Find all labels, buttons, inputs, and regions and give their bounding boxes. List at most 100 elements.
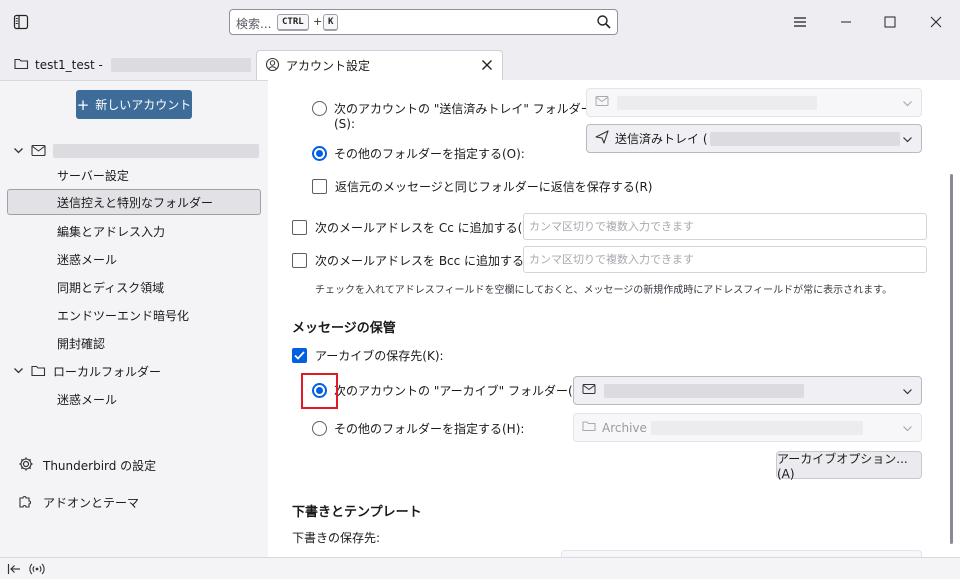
addons-themes-link[interactable]: アドオンとテーマ	[18, 491, 139, 513]
thunderbird-settings-link[interactable]: Thunderbird の設定	[18, 454, 156, 476]
mail-account-icon	[595, 95, 609, 110]
sent-folder-select[interactable]: 送信済みトレイ (	[586, 124, 922, 153]
shortcut-k-key: K	[323, 14, 339, 31]
checkbox[interactable]	[292, 219, 307, 235]
mail-account-icon	[582, 383, 596, 398]
maximize-icon[interactable]	[876, 9, 904, 35]
radio-button[interactable]	[312, 420, 327, 436]
sent-account-folder-label: 次のアカウントの "送信済みトレイ" フォルダー	[334, 101, 593, 116]
folder-icon	[582, 420, 596, 435]
checkbox[interactable]	[292, 252, 307, 268]
shortcut-plus: +	[313, 15, 323, 28]
sent-other-folder-label: その他のフォルダーを指定する(O):	[334, 146, 525, 161]
shortcut-ctrl-key: CTRL	[277, 14, 309, 31]
add-cc-label: 次のメールアドレスを Cc に追加する(C):	[315, 220, 540, 235]
archive-account-folder-radio[interactable]: 次のアカウントの "アーカイブ" フォルダー(N):	[312, 382, 590, 398]
redacted-account-name	[110, 58, 251, 72]
archive-other-folder-label: その他のフォルダーを指定する(H):	[334, 421, 525, 436]
checkbox-checked[interactable]	[292, 347, 307, 363]
redacted-account-name	[53, 144, 259, 158]
tab-account-settings-label: アカウント設定	[286, 59, 371, 73]
archive-other-folder-radio[interactable]: その他のフォルダーを指定する(H):	[312, 420, 524, 436]
add-bcc-checkbox[interactable]: 次のメールアドレスを Bcc に追加する(B):	[292, 252, 546, 268]
sidebar-item-label: エンドツーエンド暗号化	[57, 308, 190, 323]
sidebar-local-folders[interactable]: ローカルフォルダー	[0, 358, 268, 384]
checkbox[interactable]	[312, 178, 327, 194]
reply-same-folder-checkbox[interactable]: 返信元のメッセージと同じフォルダーに返信を保存する(R)	[312, 178, 652, 194]
drafts-save-label: 下書きの保存先:	[292, 529, 380, 545]
sidebar-item-receipts[interactable]: 開封確認	[0, 330, 268, 356]
sidebar-item-label: 迷惑メール	[57, 252, 118, 267]
addons-label: アドオンとテーマ	[43, 495, 140, 510]
new-account-button[interactable]: + 新しいアカウント	[76, 90, 192, 119]
folder-icon	[31, 364, 46, 380]
radio-button[interactable]	[312, 100, 327, 116]
radio-button-selected[interactable]	[312, 145, 327, 161]
sidebar-account[interactable]	[0, 138, 268, 164]
sidebar-item-e2e-encryption[interactable]: エンドツーエンド暗号化	[0, 302, 268, 328]
chevron-down-icon[interactable]	[13, 145, 24, 159]
chevron-down-icon	[902, 98, 913, 112]
search-icon[interactable]	[596, 14, 612, 30]
sidebar-item-label: 編集とアドレス入力	[57, 224, 166, 239]
settings-label: Thunderbird の設定	[43, 458, 157, 473]
archive-enable-checkbox[interactable]: アーカイブの保存先(K):	[292, 347, 444, 363]
archive-options-button[interactable]: アーカイブオプション...(A)	[776, 451, 922, 481]
add-bcc-label: 次のメールアドレスを Bcc に追加する(B):	[315, 253, 546, 268]
add-cc-checkbox[interactable]: 次のメールアドレスを Cc に追加する(C):	[292, 219, 539, 235]
tab-mail-label: test1_test -	[35, 58, 103, 72]
cc-address-input[interactable]: カンマ区切りで複数入力できます	[523, 213, 927, 240]
sent-account-folder-select[interactable]	[586, 88, 922, 117]
minimize-icon[interactable]	[832, 9, 860, 35]
puzzle-piece-icon	[18, 493, 34, 512]
sent-account-folder-key: (S):	[334, 116, 355, 132]
folder-icon	[14, 57, 29, 73]
sidebar-item-composition[interactable]: 編集とアドレス入力	[0, 218, 268, 244]
address-hint-text: チェックを入れてアドレスフィールドを空欄にしておくと、メッセージの新規作成時にア…	[315, 285, 893, 296]
drafts-save-text: 下書きの保存先:	[292, 530, 381, 545]
reply-same-folder-label: 返信元のメッセージと同じフォルダーに返信を保存する(R)	[335, 179, 653, 194]
sent-other-folder-radio[interactable]: その他のフォルダーを指定する(O):	[312, 145, 525, 161]
redacted-folder-path	[650, 420, 863, 435]
collapse-pane-icon[interactable]	[6, 561, 22, 577]
sidebar-item-label: 同期とディスク領域	[57, 280, 165, 295]
drafts-folder-select[interactable]	[561, 550, 922, 557]
app-menu-icon[interactable]	[786, 9, 814, 35]
drafts-section-title: 下書きとテンプレート	[292, 505, 422, 520]
sidebar-item-local-junk[interactable]: 迷惑メール	[0, 386, 268, 412]
search-input[interactable]: 検索... CTRL + K	[229, 9, 618, 35]
sidebar-item-junk[interactable]: 迷惑メール	[0, 246, 268, 272]
new-account-label: 新しいアカウント	[95, 98, 192, 112]
search-placeholder: 検索...	[236, 17, 272, 31]
close-window-icon[interactable]	[922, 9, 950, 35]
archive-other-folder-select[interactable]: Archive	[573, 413, 922, 442]
scrollbar-thumb[interactable]	[950, 174, 953, 544]
checkmark-icon	[294, 350, 305, 360]
content-scrollbar[interactable]	[944, 80, 960, 557]
tab-account-settings[interactable]: アカウント設定	[256, 50, 503, 80]
tab-mail[interactable]: test1_test -	[6, 50, 252, 80]
chevron-down-icon	[902, 386, 913, 400]
plus-icon: +	[76, 95, 90, 114]
annotation-highlight-box	[301, 373, 338, 409]
archive-enable-label: アーカイブの保存先(K):	[315, 348, 444, 363]
bcc-address-input[interactable]: カンマ区切りで複数入力できます	[523, 246, 927, 273]
status-bar	[0, 557, 960, 579]
sidebar-item-label: 開封確認	[57, 336, 106, 351]
sent-account-folder-radio[interactable]: 次のアカウントの "送信済みトレイ" フォルダー	[312, 100, 593, 116]
online-status-icon[interactable]	[29, 561, 45, 577]
sidebar-item-label: 送信控えと特別なフォルダー	[57, 195, 214, 210]
sidebar-item-server-settings[interactable]: サーバー設定	[0, 162, 268, 188]
sidebar-toggle-icon[interactable]	[10, 11, 32, 33]
sidebar-item-copies-folders[interactable]: 送信控えと特別なフォルダー	[7, 189, 261, 215]
chevron-down-icon[interactable]	[13, 365, 24, 379]
close-tab-icon[interactable]	[480, 58, 494, 72]
archive-section-title: メッセージの保管	[292, 321, 396, 336]
mail-account-icon	[31, 144, 46, 160]
archive-account-folder-select[interactable]	[573, 376, 922, 405]
sidebar-item-label: サーバー設定	[57, 168, 129, 183]
sent-folder-value: 送信済みトレイ (	[615, 132, 708, 146]
redacted-account-name	[617, 95, 817, 110]
sidebar-item-sync-storage[interactable]: 同期とディスク領域	[0, 274, 268, 300]
sidebar-item-label: ローカルフォルダー	[53, 364, 162, 379]
